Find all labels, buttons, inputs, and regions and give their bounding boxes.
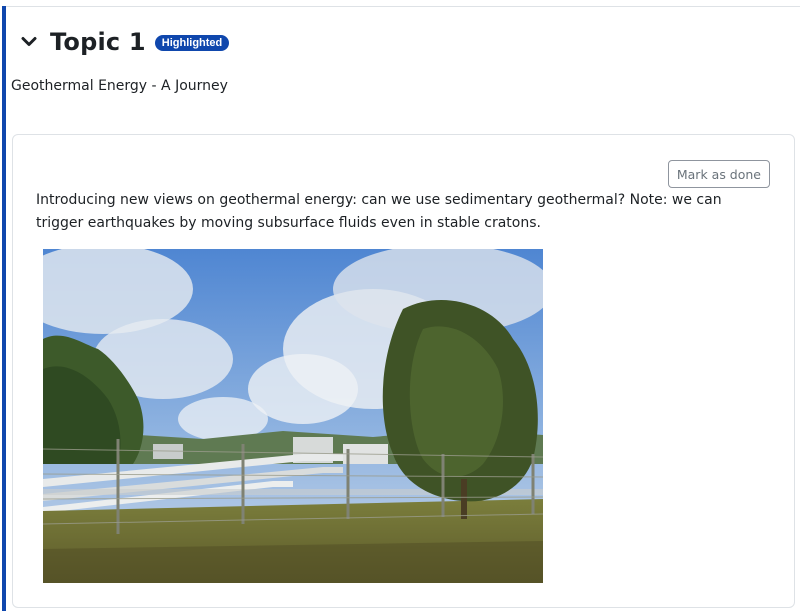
course-section: Topic 1 Highlighted Geothermal Energy - …	[0, 0, 800, 611]
section-header: Topic 1 Highlighted	[18, 26, 230, 58]
section-title[interactable]: Topic 1	[50, 28, 146, 56]
activity-card: Mark as done Introducing new views on ge…	[12, 134, 795, 608]
geothermal-plant-image	[43, 249, 543, 583]
chevron-down-icon[interactable]	[18, 31, 40, 53]
mark-as-done-button[interactable]: Mark as done	[667, 160, 770, 188]
section-divider	[4, 6, 800, 7]
highlighted-badge: Highlighted	[154, 34, 230, 51]
section-summary: Geothermal Energy - A Journey	[11, 78, 228, 94]
highlight-accent-bar	[2, 6, 6, 611]
activity-description: Introducing new views on geothermal ener…	[36, 192, 722, 231]
